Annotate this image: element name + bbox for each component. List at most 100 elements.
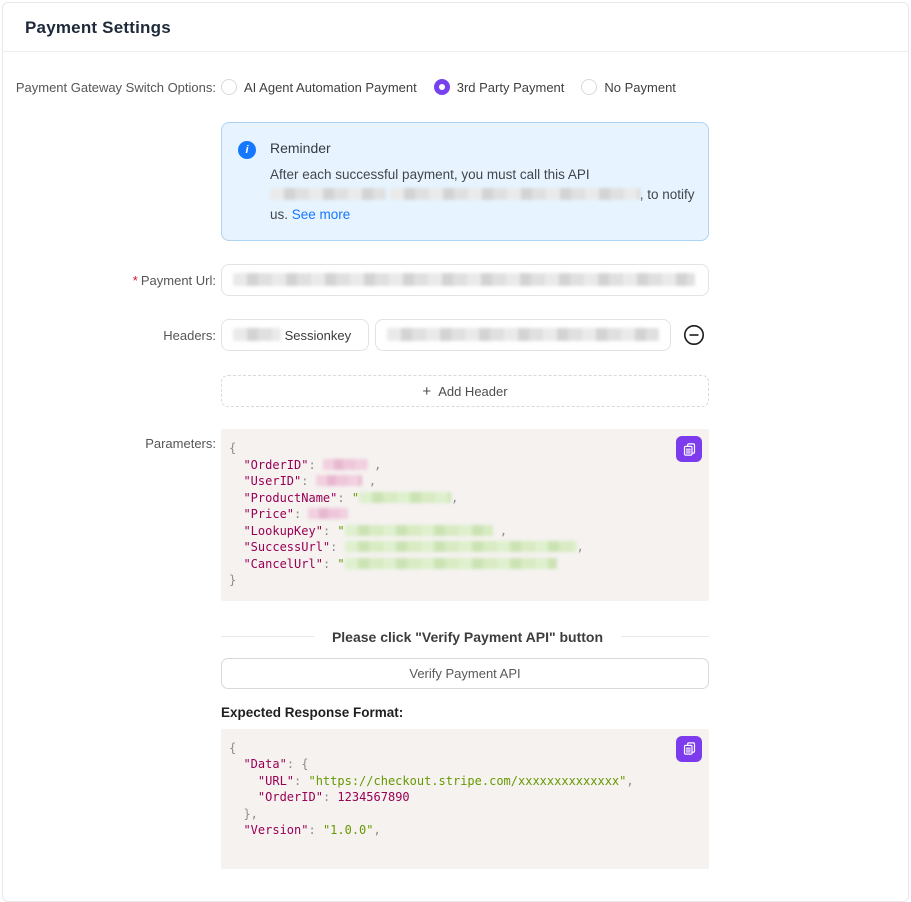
payment-url-label: *Payment Url: [3, 273, 221, 288]
plus-icon: + [422, 383, 431, 400]
remove-header-button[interactable] [683, 324, 705, 346]
radio-option-label: No Payment [604, 80, 676, 95]
minus-circle-icon [683, 324, 705, 346]
header-key-input[interactable]: Sessionkey [221, 319, 369, 351]
copy-icon [682, 442, 697, 457]
text-line: "CancelUrl": " [229, 556, 697, 573]
radio-option-label: AI Agent Automation Payment [244, 80, 417, 95]
text-segment: "Data" [243, 757, 286, 771]
text-segment: "OrderID" [243, 458, 308, 472]
panel-header: Payment Settings [3, 3, 908, 52]
text-segment: , [451, 491, 458, 505]
text-segment [229, 458, 243, 472]
parameters-label: Parameters: [3, 429, 221, 451]
text-segment: { [301, 757, 308, 771]
text-line: "Data": { [229, 756, 697, 773]
text-segment: , [374, 823, 381, 837]
redacted-value [233, 273, 695, 286]
verify-payment-api-button[interactable]: Verify Payment API [221, 658, 709, 689]
parameters-row: Parameters: [3, 429, 908, 601]
text-line: "Price": [229, 506, 697, 523]
text-segment: : [323, 557, 337, 571]
text-segment: { [229, 441, 236, 455]
payment-url-input[interactable] [221, 264, 709, 296]
redacted-value [308, 508, 348, 519]
redacted-value [345, 541, 577, 552]
redacted-value [233, 328, 281, 341]
gateway-radio-group: AI Agent Automation Payment 3rd Party Pay… [221, 79, 676, 95]
required-mark: * [133, 273, 138, 288]
radio-unselected-icon[interactable] [221, 79, 237, 95]
text-segment: "Version" [243, 823, 308, 837]
text-segment: : [323, 524, 337, 538]
text-segment: "UserID" [243, 474, 301, 488]
text-segment [229, 807, 243, 821]
text-line: } [229, 572, 697, 589]
expected-response-label: Expected Response Format: [221, 705, 709, 720]
redacted-value [387, 328, 659, 341]
text-segment: "SuccessUrl" [243, 540, 330, 554]
text-segment [229, 491, 243, 505]
header-key-text: Sessionkey [281, 328, 351, 343]
copy-button[interactable] [676, 736, 702, 762]
text-segment: , [493, 524, 507, 538]
text-segment: , [577, 540, 584, 554]
text-segment: } [229, 573, 236, 587]
text-segment: " [337, 524, 344, 538]
redacted-value [345, 525, 493, 536]
header-value-input[interactable] [375, 319, 671, 351]
text-segment: }, [243, 807, 257, 821]
text-segment: : [308, 458, 322, 472]
reminder-row: i Reminder After each successful payment… [3, 122, 908, 241]
payment-url-row: *Payment Url: [3, 264, 908, 296]
text-line: { [229, 740, 697, 757]
add-header-button[interactable]: + Add Header [221, 375, 709, 407]
text-segment: "ProductName" [243, 491, 337, 505]
text-line: }, [229, 806, 697, 823]
redacted-value [390, 188, 640, 200]
text-segment [229, 823, 243, 837]
radio-option-ai-agent-automation-payment[interactable]: AI Agent Automation Payment [221, 79, 417, 95]
text-segment: : [308, 823, 322, 837]
radio-option-3rd-party-payment[interactable]: 3rd Party Payment [434, 79, 565, 95]
text-segment: , [626, 774, 633, 788]
divider-line [221, 636, 314, 637]
copy-button[interactable] [676, 436, 702, 462]
expected-response-row: { "Data": { "URL": "https://checkout.str… [3, 729, 908, 869]
gateway-switch-label: Payment Gateway Switch Options: [3, 80, 221, 95]
reminder-body: After each successful payment, you must … [270, 165, 695, 225]
text-segment: : [337, 491, 351, 505]
text-line: "URL": "https://checkout.stripe.com/xxxx… [229, 773, 697, 790]
text-segment: "OrderID" [258, 790, 323, 804]
verify-divider: Please click "Verify Payment API" button [221, 629, 709, 645]
text-segment: "Price" [243, 507, 294, 521]
redacted-value [345, 558, 557, 569]
redacted-value [323, 459, 367, 470]
text-line: "SuccessUrl": , [229, 539, 697, 556]
text-segment [229, 524, 243, 538]
text-segment: "LookupKey" [243, 524, 322, 538]
text-segment: After each successful payment, you must … [270, 167, 590, 182]
text-segment: , [362, 474, 376, 488]
text-segment: : [323, 790, 337, 804]
expected-response-label-row: Expected Response Format: [3, 705, 908, 720]
info-icon: i [238, 141, 256, 159]
text-segment: : [294, 774, 308, 788]
text-line: "Version": "1.0.0", [229, 822, 697, 839]
text-segment: : [301, 474, 315, 488]
divider-text: Please click "Verify Payment API" button [314, 629, 621, 645]
radio-selected-icon[interactable] [434, 79, 450, 95]
text-segment: "URL" [258, 774, 294, 788]
text-segment: 1234567890 [337, 790, 409, 804]
text-line: "LookupKey": " , [229, 523, 697, 540]
text-line: After each successful payment, you must … [270, 165, 695, 185]
expected-response-code-block: { "Data": { "URL": "https://checkout.str… [221, 729, 709, 869]
text-segment [229, 757, 243, 771]
text-segment: : [294, 507, 308, 521]
radio-unselected-icon[interactable] [581, 79, 597, 95]
text-line: "OrderID": , [229, 457, 697, 474]
see-more-link[interactable]: See more [292, 207, 351, 222]
text-segment: : [330, 540, 344, 554]
radio-option-no-payment[interactable]: No Payment [581, 79, 676, 95]
reminder-title: Reminder [270, 140, 695, 156]
